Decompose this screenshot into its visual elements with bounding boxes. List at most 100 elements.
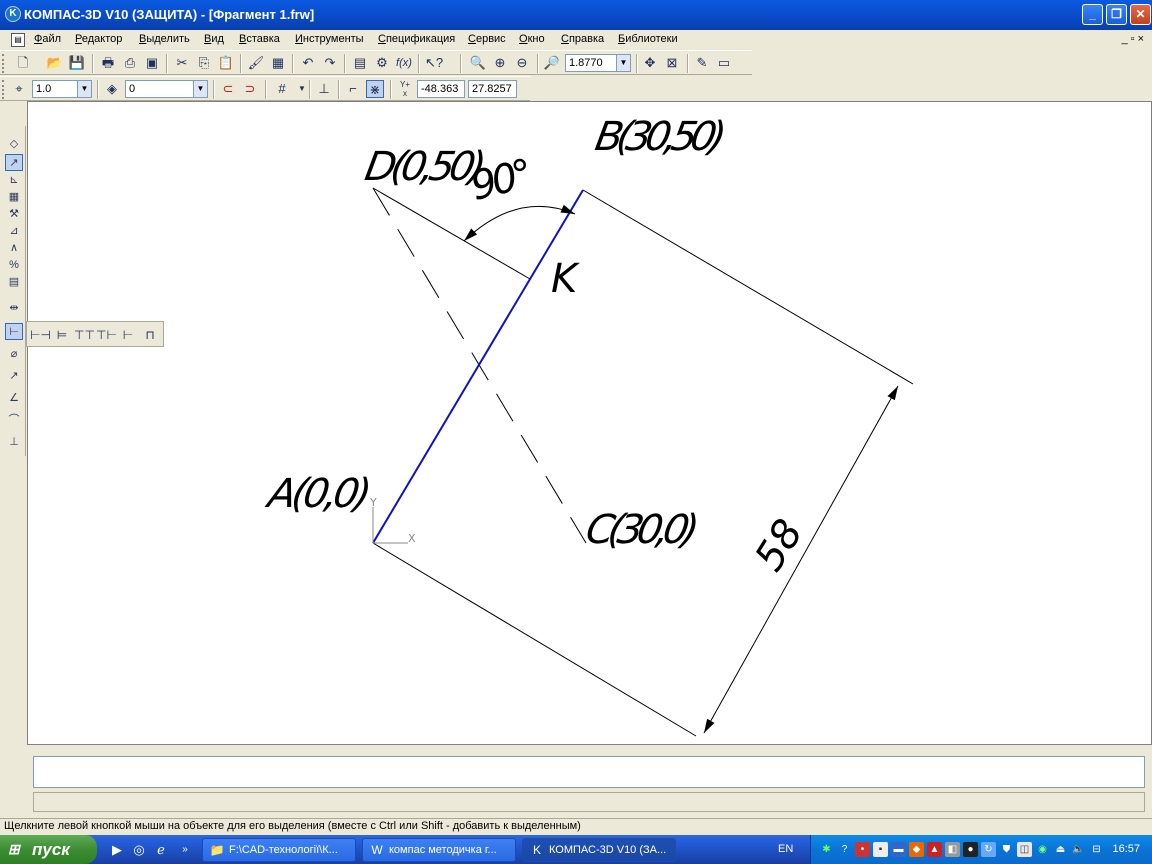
angular-dimension-icon[interactable]: ∠ xyxy=(5,390,23,407)
variables-icon[interactable]: f(x) xyxy=(395,54,413,72)
kompas-app-icon[interactable]: K xyxy=(5,6,21,22)
layers-icon[interactable]: ◈ xyxy=(103,80,121,98)
display-icon[interactable]: ▭ xyxy=(715,54,733,72)
tray-pdf-icon[interactable]: ▪ xyxy=(873,842,888,857)
pan-icon[interactable]: ✥ xyxy=(641,54,659,72)
auto-dimension-icon[interactable]: ⇹ xyxy=(5,300,23,317)
tray-network-icon[interactable]: ◧ xyxy=(945,842,960,857)
linear-dimension-line[interactable] xyxy=(703,385,899,734)
tray-antivirus-icon[interactable]: ◆ xyxy=(909,842,924,857)
tray-app2-icon[interactable]: • xyxy=(855,842,870,857)
layer-field[interactable]: 0 ▼ xyxy=(125,80,208,98)
edit-icon[interactable]: ↗ xyxy=(5,154,23,171)
angle-dimension-arc[interactable] xyxy=(463,204,576,242)
minimize-button[interactable]: _ xyxy=(1082,4,1103,25)
linear-dim-break-icon[interactable]: ⊢ xyxy=(118,326,138,344)
radial-dimension-icon[interactable]: ↗ xyxy=(5,368,23,385)
tray-usb-icon[interactable]: ⏏ xyxy=(1053,842,1068,857)
tray-volume-icon[interactable]: 🔈 xyxy=(1071,842,1086,857)
line-a-bottom[interactable] xyxy=(372,542,697,737)
format-painter-icon[interactable]: 🖌 xyxy=(247,54,265,72)
taskbar-item-word[interactable]: W компас методичка г... xyxy=(362,838,516,862)
menu-view[interactable]: Вид xyxy=(204,33,224,45)
chevron-down-icon[interactable]: ▼ xyxy=(193,81,207,97)
menu-file[interactable]: Файл xyxy=(34,33,61,45)
selection-icon[interactable]: ▦ xyxy=(5,189,23,206)
menu-edit[interactable]: Редактор xyxy=(75,33,122,45)
point-label-k[interactable]: K xyxy=(551,256,580,302)
tray-sync-icon[interactable]: ↻ xyxy=(981,842,996,857)
zoom-out-icon[interactable]: ⊖ xyxy=(513,54,531,72)
open-folder-icon[interactable]: 📂 xyxy=(46,54,64,72)
specification-icon[interactable]: % xyxy=(5,257,23,274)
manager-icon[interactable]: ▤ xyxy=(351,54,369,72)
tray-connection-icon[interactable]: ⊟ xyxy=(1089,842,1104,857)
local-snap-icon[interactable]: ⊃ xyxy=(241,80,259,98)
tray-media-icon[interactable]: ● xyxy=(963,842,978,857)
point-label-b[interactable]: B(30,50) xyxy=(592,113,730,160)
zoom-scale-icon[interactable]: 🔎 xyxy=(543,54,561,72)
quicklaunch-media-icon[interactable]: ▶ xyxy=(108,841,126,859)
grid-icon[interactable]: # xyxy=(273,80,291,98)
height-dimension-icon[interactable]: ⊥ xyxy=(5,434,23,451)
linear-dim-base-icon[interactable]: ⊤⊢ xyxy=(96,326,117,344)
help-pointer-icon[interactable]: ↖? xyxy=(425,54,443,72)
ortho-icon[interactable]: ⌐ xyxy=(344,80,362,98)
document-icon[interactable]: ▤ xyxy=(11,33,25,47)
dimension-value-label[interactable]: 58 xyxy=(746,512,812,580)
dimension-tools-icon[interactable]: ∧ xyxy=(5,240,23,257)
quicklaunch-ie-icon[interactable]: ℯ xyxy=(152,841,170,859)
language-indicator[interactable]: EN xyxy=(778,843,793,855)
document-window-controls[interactable]: _ ▫ × xyxy=(1121,33,1144,45)
arc-dimension-icon[interactable]: ⌒ xyxy=(5,412,23,429)
line-b-right[interactable] xyxy=(582,189,914,385)
chevron-down-icon[interactable]: ▼ xyxy=(616,55,630,71)
tray-help-icon[interactable]: ? xyxy=(837,842,852,857)
parametrization-icon[interactable]: ⊾ xyxy=(5,172,23,189)
tray-app-icon[interactable]: ✱ xyxy=(819,842,834,857)
snap-toggle-icon[interactable]: ⋇ xyxy=(366,80,384,98)
linear-dim-shelf-icon[interactable]: ⊨ xyxy=(52,326,72,344)
fragment-drawing[interactable]: Y X D(0,50) B(30,50) 90° K A(0,0) C(30,0… xyxy=(28,102,1152,746)
diameter-dimension-icon[interactable]: ⌀ xyxy=(5,346,23,363)
menu-tools[interactable]: Инструменты xyxy=(295,33,364,45)
taskbar-item-explorer[interactable]: 📁 F:\CAD-технології\К... xyxy=(202,838,356,862)
tray-tool-icon[interactable]: ▲ xyxy=(927,842,942,857)
cut-icon[interactable]: ✂ xyxy=(173,54,191,72)
menu-specification[interactable]: Спецификация xyxy=(378,33,455,45)
linear-dim-arrow-icon[interactable]: ⊓ xyxy=(140,326,160,344)
coord-y-field[interactable]: 27.8257 xyxy=(468,80,517,98)
zoom-field[interactable]: 1.8770 ▼ xyxy=(565,54,631,72)
point-label-c[interactable]: C(30,0) xyxy=(582,506,702,553)
quicklaunch-desktop-icon[interactable]: ◎ xyxy=(130,841,148,859)
start-button[interactable]: ⊞ пуск xyxy=(0,835,97,864)
geometry-icon[interactable]: ◇ xyxy=(5,136,23,153)
property-panel-tabs[interactable] xyxy=(33,792,1145,812)
tray-flag-icon[interactable]: ▬ xyxy=(891,842,906,857)
selected-line-ab[interactable] xyxy=(372,189,584,544)
menu-window[interactable]: Окно xyxy=(519,33,545,45)
menu-help[interactable]: Справка xyxy=(561,33,604,45)
local-cs-icon[interactable]: ⊥ xyxy=(315,80,333,98)
cursor-step-icon[interactable]: ⌖ xyxy=(10,80,28,98)
print-preview-icon[interactable]: ⎙ xyxy=(121,54,139,72)
menu-libraries[interactable]: Библиотеки xyxy=(618,33,678,45)
tray-shield-icon[interactable]: ⛊ xyxy=(999,842,1014,857)
print-icon[interactable]: 🖶 xyxy=(99,54,117,72)
toolbar-grip[interactable] xyxy=(2,54,5,73)
linear-dim-chain-icon[interactable]: ⊤⊤ xyxy=(74,326,95,344)
menu-service[interactable]: Сервис xyxy=(468,33,506,45)
paste-icon[interactable]: 📋 xyxy=(217,54,235,72)
toolbar-grip[interactable] xyxy=(2,80,5,99)
taskbar-item-kompas[interactable]: K КОМПАС-3D V10 (ЗА... xyxy=(522,838,676,862)
property-panel-field[interactable] xyxy=(33,756,1145,788)
chevron-down-icon[interactable]: ▼ xyxy=(77,81,91,97)
linear-dimension-icon[interactable]: ⊢ xyxy=(5,323,23,340)
drawing-canvas[interactable]: Y X D(0,50) B(30,50) 90° K A(0,0) C(30,0… xyxy=(27,101,1152,745)
new-document-icon[interactable]: 🗋 xyxy=(14,54,32,72)
notation-icon[interactable]: ⊿ xyxy=(5,223,23,240)
linear-dim-icon[interactable]: ⊢⊣ xyxy=(30,326,51,344)
export-icon[interactable]: ▣ xyxy=(143,54,161,72)
menu-select[interactable]: Выделить xyxy=(139,33,190,45)
close-button[interactable]: ✕ xyxy=(1130,4,1151,25)
